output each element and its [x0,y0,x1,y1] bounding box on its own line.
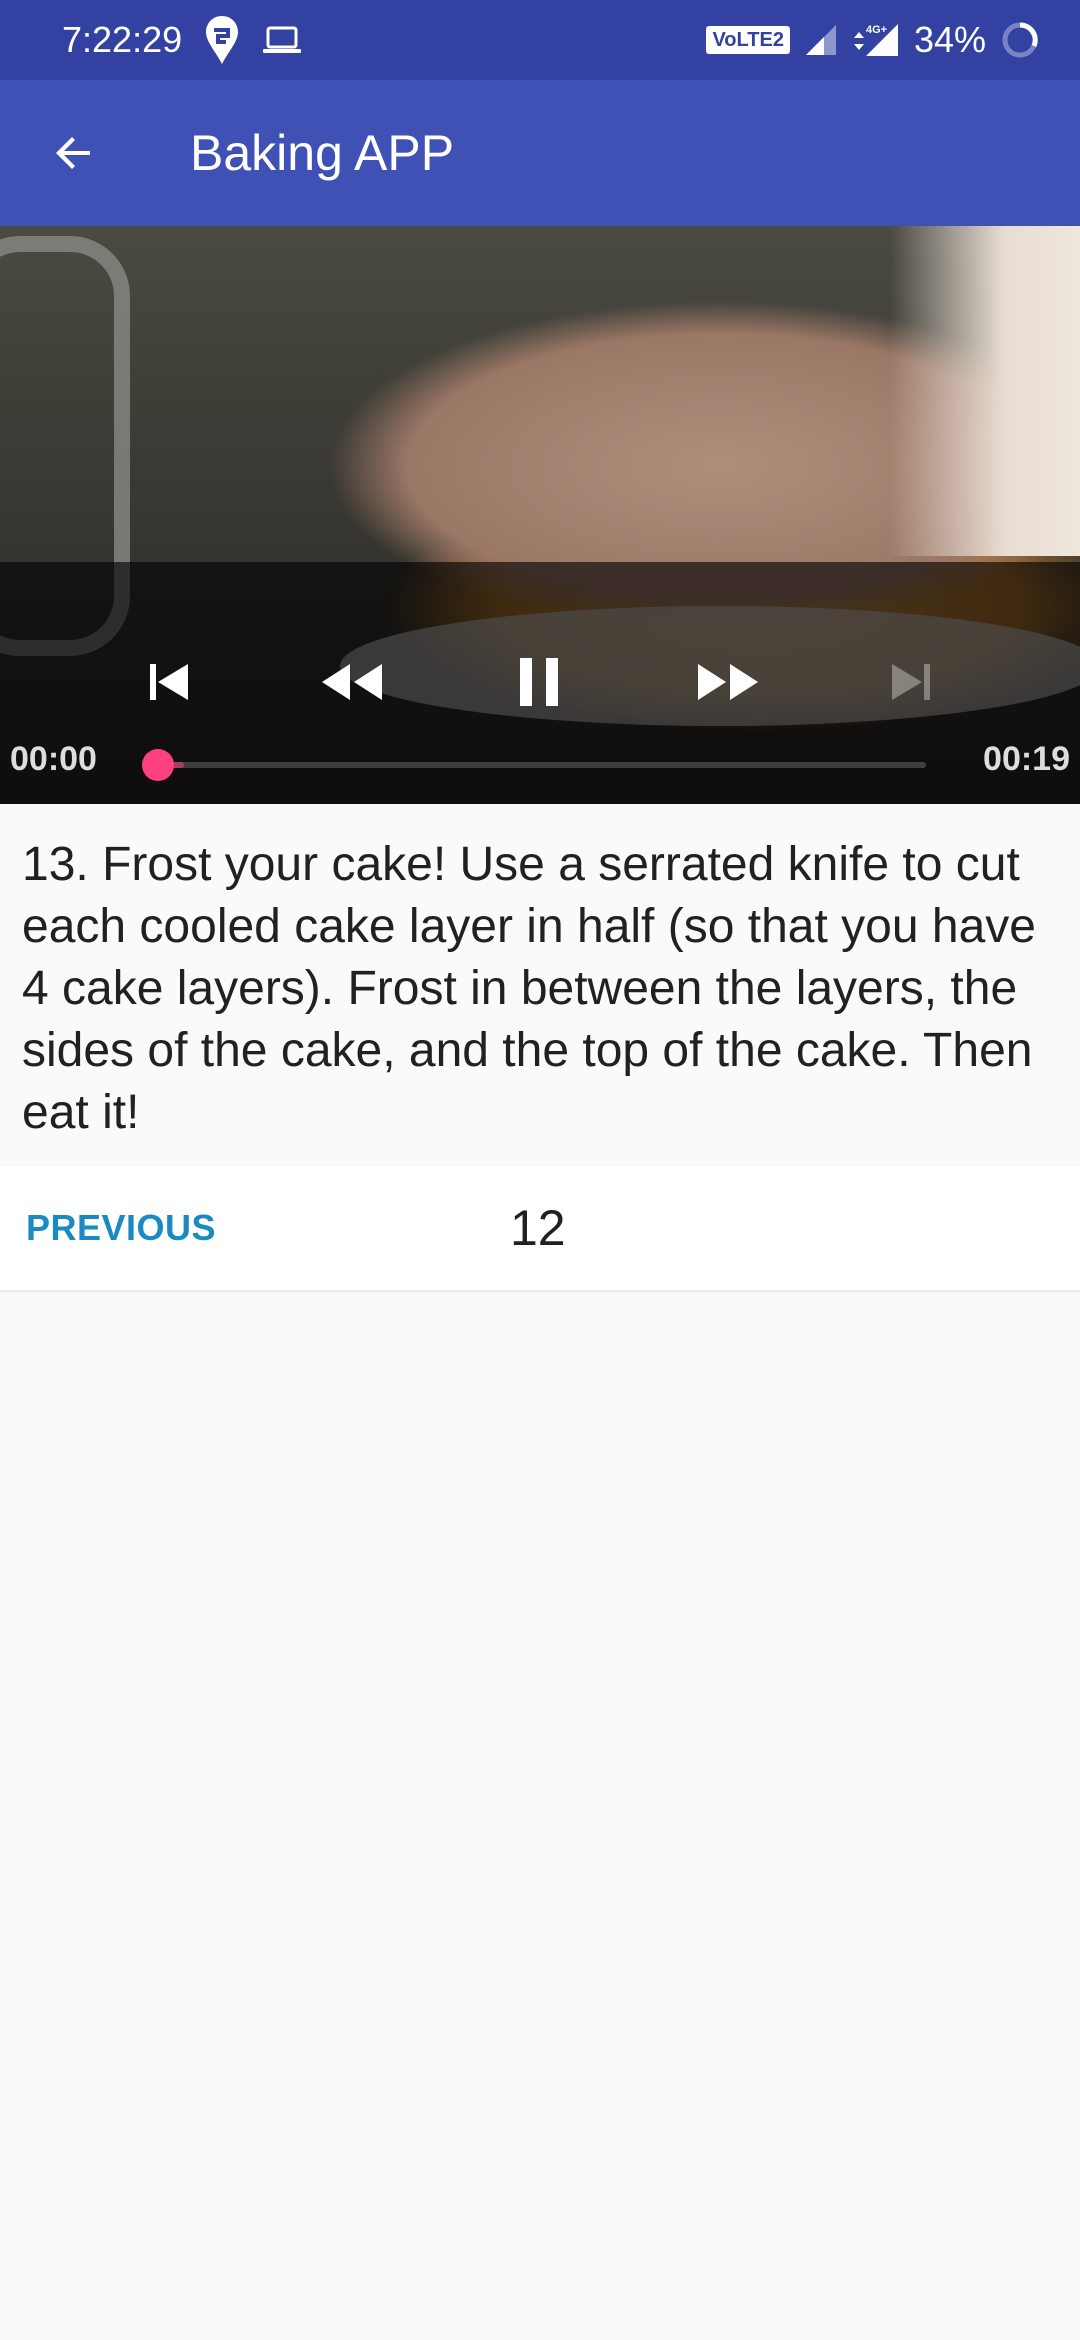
app-bar: Baking APP [0,80,1080,226]
step-number: 12 [510,1200,566,1256]
current-position: 00:00 [10,740,97,778]
app-title: Baking APP [190,125,455,181]
skip-next-icon [892,664,930,700]
seek-bar[interactable] [142,749,926,781]
rewind-icon [322,664,382,700]
status-bar: 7:22:29 VoLTE2 4G+ 34% [0,0,1080,80]
fast-forward-icon [698,664,758,700]
previous-button[interactable]: PREVIOUS [26,1166,216,1290]
rewind-button[interactable] [312,642,392,722]
swiggy-icon [204,14,240,66]
step-description: 13. Frost your cake! Use a serrated knif… [22,838,1036,1139]
volte-badge: VoLTE2 [706,26,790,54]
skip-previous-button[interactable] [128,642,208,722]
fast-forward-button[interactable] [688,642,768,722]
pause-icon [520,658,558,706]
video-player[interactable]: 00:00 00:19 [0,226,1080,804]
laptop-icon [262,25,302,55]
signal-icon [804,23,838,57]
battery-ring-icon [1000,20,1040,60]
status-time: 7:22:29 [62,19,183,60]
skip-next-button[interactable] [872,642,952,722]
duration: 00:19 [983,740,1070,778]
arrow-back-icon [50,129,98,177]
skip-previous-icon [150,664,188,700]
svg-text:4G+: 4G+ [866,24,887,36]
battery-percent: 34% [913,19,986,60]
back-button[interactable] [0,80,148,226]
seek-thumb[interactable] [142,749,174,781]
step-navigation: PREVIOUS 12 [0,1166,1080,1290]
player-controls: 00:00 00:19 [0,562,1080,804]
pause-button[interactable] [500,642,580,722]
signal-4g-icon: 4G+ [852,22,900,58]
